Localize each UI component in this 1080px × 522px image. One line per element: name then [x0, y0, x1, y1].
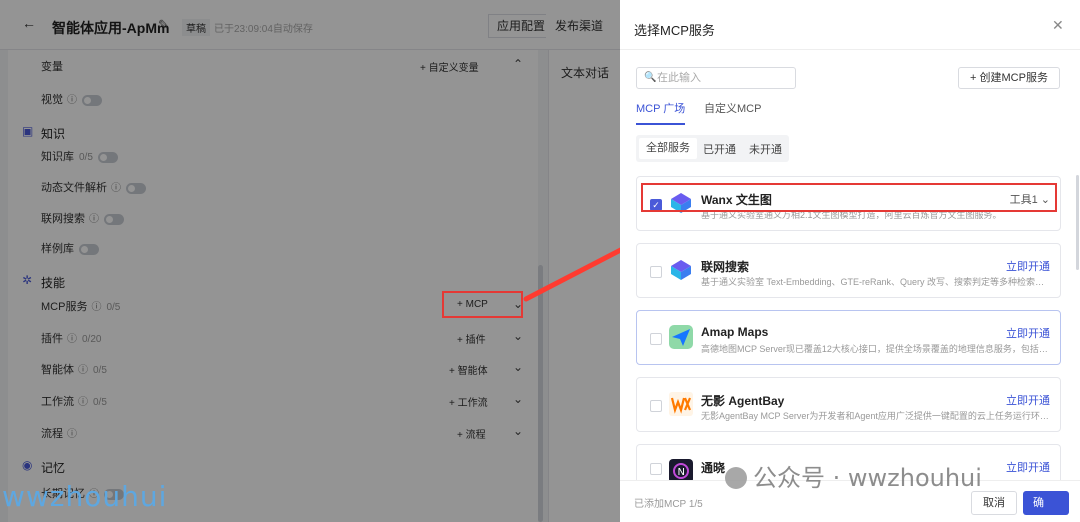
- drawer-title: 选择MCP服务: [634, 23, 715, 38]
- card-name: 通晓: [701, 461, 726, 475]
- watermark-left: wwzhouhui: [2, 480, 168, 513]
- drawer-scrollbar[interactable]: [1076, 175, 1079, 270]
- agentbay-logo-icon: [669, 392, 693, 416]
- tab-mcp-square[interactable]: MCP 广场: [636, 100, 686, 125]
- checkbox[interactable]: [650, 333, 662, 345]
- mcp-highlight-box: [442, 291, 523, 318]
- card-name: 无影 AgentBay: [701, 394, 785, 408]
- filter-not-enabled[interactable]: 未开通: [749, 141, 782, 157]
- filter-segment: 全部服务 已开通 未开通: [636, 135, 789, 162]
- mcp-card-agentbay[interactable]: 无影 AgentBay 无影AgentBay MCP Server为开发者和Ag…: [636, 377, 1061, 432]
- checkbox[interactable]: [650, 463, 662, 475]
- added-count-text: 已添加MCP 1/5: [634, 499, 703, 510]
- search-box[interactable]: 🔍: [636, 67, 796, 89]
- confirm-button[interactable]: 确: [1023, 491, 1069, 515]
- wechat-icon: [725, 467, 747, 489]
- wanx-highlight-box: [641, 183, 1057, 212]
- search-icon: 🔍: [644, 72, 657, 83]
- close-icon[interactable]: ✕: [1052, 17, 1064, 34]
- checkbox[interactable]: [650, 400, 662, 412]
- watermark-right: 公众号 · wwzhouhui: [725, 458, 982, 493]
- enable-now-link[interactable]: 立即开通: [1006, 258, 1050, 274]
- enable-now-link[interactable]: 立即开通: [1006, 325, 1050, 341]
- tab-custom-mcp[interactable]: 自定义MCP: [704, 100, 761, 116]
- card-desc: 高德地图MCP Server现已覆盖12大核心接口，提供全场景覆盖的地理信息服务…: [701, 344, 1051, 354]
- mcp-card-amap[interactable]: Amap Maps 高德地图MCP Server现已覆盖12大核心接口，提供全场…: [636, 310, 1061, 365]
- create-mcp-button[interactable]: + 创建MCP服务: [958, 67, 1060, 89]
- filter-all[interactable]: 全部服务: [639, 138, 697, 159]
- card-name: Amap Maps: [701, 325, 769, 339]
- divider: [620, 49, 1080, 50]
- checkbox[interactable]: [650, 266, 662, 278]
- svg-text:N: N: [678, 467, 685, 478]
- web-search-logo-icon: [671, 260, 691, 280]
- search-input[interactable]: [657, 71, 787, 85]
- card-desc: 基于通义实验室 Text-Embedding、GTE-reRank、Query …: [701, 277, 1051, 287]
- tongxiao-logo-icon: N: [669, 459, 693, 480]
- filter-enabled[interactable]: 已开通: [703, 141, 736, 157]
- cancel-button[interactable]: 取消: [971, 491, 1017, 515]
- enable-now-link[interactable]: 立即开通: [1006, 392, 1050, 408]
- card-desc: 无影AgentBay MCP Server为开发者和Agent应用广泛提供一键配…: [701, 411, 1051, 421]
- mcp-select-drawer: 选择MCP服务 ✕ 🔍 + 创建MCP服务 MCP 广场 自定义MCP 全部服务…: [620, 0, 1080, 522]
- card-name: 联网搜索: [701, 260, 750, 274]
- enable-now-link[interactable]: 立即开通: [1006, 459, 1050, 475]
- mcp-card-web-search[interactable]: 联网搜索 基于通义实验室 Text-Embedding、GTE-reRank、Q…: [636, 243, 1061, 298]
- amap-logo-icon: [669, 325, 693, 349]
